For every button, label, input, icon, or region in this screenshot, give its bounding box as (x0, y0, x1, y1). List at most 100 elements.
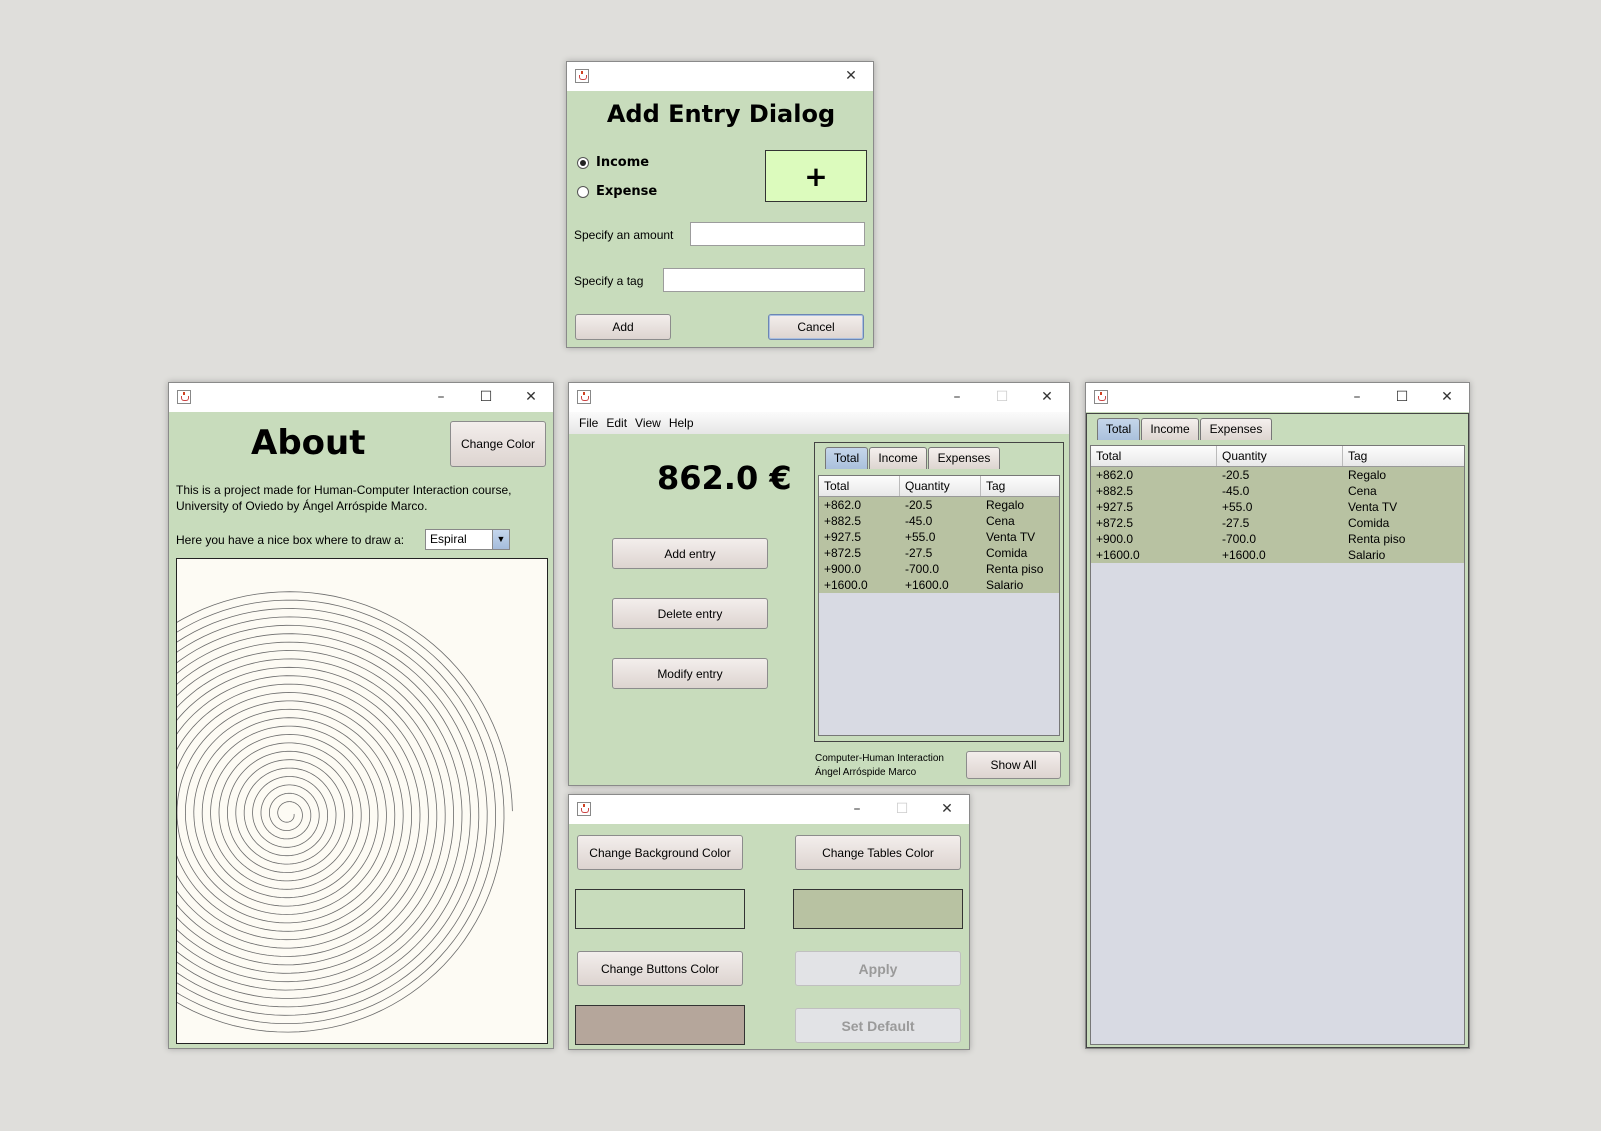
chevron-down-icon: ▼ (492, 530, 509, 549)
cell-quantity: -45.0 (1222, 484, 1250, 498)
column-header-tag[interactable]: Tag (1343, 446, 1464, 466)
cell-tag: Renta piso (1348, 532, 1406, 546)
table-row[interactable]: +862.0 -20.5 Regalo (819, 497, 1059, 513)
table-row[interactable]: +1600.0 +1600.0 Salario (819, 577, 1059, 593)
delete-entry-button[interactable]: Delete entry (612, 598, 768, 629)
menu-help[interactable]: Help (665, 412, 698, 434)
change-buttons-color-button[interactable]: Change Buttons Color (577, 951, 743, 986)
cell-total: +1600.0 (1096, 548, 1140, 562)
tab-total[interactable]: Total (1097, 418, 1140, 440)
tab-total[interactable]: Total (825, 447, 868, 469)
background-color-swatch (575, 889, 745, 929)
table-row[interactable]: +882.5 -45.0 Cena (819, 513, 1059, 529)
plus-sign: + (804, 160, 828, 193)
cell-quantity: +1600.0 (1222, 548, 1266, 562)
credit-line-1: Computer-Human Interaction (815, 753, 944, 764)
tab-income[interactable]: Income (869, 447, 927, 469)
java-icon (577, 390, 591, 404)
table-window: – ☐ ✕ Total Income Expenses Total Quanti… (1085, 382, 1470, 1049)
table-row[interactable]: +1600.0 +1600.0 Salario (1091, 547, 1464, 563)
table-row[interactable]: +927.5 +55.0 Venta TV (1091, 499, 1464, 515)
cell-total: +900.0 (1096, 532, 1134, 546)
menu-view[interactable]: View (631, 412, 665, 434)
cell-total: +882.5 (1096, 484, 1134, 498)
column-header-quantity[interactable]: Quantity (900, 476, 981, 496)
close-icon[interactable]: ✕ (1025, 383, 1069, 412)
table-row[interactable]: +900.0 -700.0 Renta piso (819, 561, 1059, 577)
cell-total: +872.5 (1096, 516, 1134, 530)
cell-quantity: -700.0 (905, 562, 940, 576)
cell-tag: Cena (986, 514, 1015, 528)
close-icon[interactable]: ✕ (829, 62, 873, 91)
title-bar: – ☐ ✕ (569, 383, 1069, 412)
about-window: – ☐ ✕ About Change Color This is a proje… (168, 382, 554, 1049)
menu-edit[interactable]: Edit (602, 412, 631, 434)
add-button[interactable]: Add (575, 314, 671, 340)
close-icon[interactable]: ✕ (925, 795, 969, 824)
cell-tag: Comida (986, 546, 1028, 560)
table-header: Total Quantity Tag (819, 476, 1059, 497)
close-icon[interactable]: ✕ (1425, 383, 1469, 412)
change-color-button[interactable]: Change Color (450, 421, 546, 467)
income-radio[interactable] (577, 157, 589, 169)
add-entry-button[interactable]: Add entry (612, 538, 768, 569)
column-header-total[interactable]: Total (1091, 446, 1217, 466)
table-row[interactable]: +872.5 -27.5 Comida (1091, 515, 1464, 531)
cell-quantity: +55.0 (905, 530, 936, 544)
table-row[interactable]: +882.5 -45.0 Cena (1091, 483, 1464, 499)
table-row[interactable]: +872.5 -27.5 Comida (819, 545, 1059, 561)
cell-tag: Regalo (986, 498, 1025, 512)
balance-label: 862.0 € (657, 459, 792, 497)
drawing-canvas[interactable] (176, 558, 548, 1044)
menu-file[interactable]: File (575, 412, 602, 434)
change-background-color-button[interactable]: Change Background Color (577, 835, 743, 870)
title-bar: ✕ (567, 62, 873, 91)
tab-expenses[interactable]: Expenses (1200, 418, 1272, 440)
cell-total: +862.0 (1096, 468, 1134, 482)
column-header-total[interactable]: Total (819, 476, 900, 496)
sign-indicator: + (765, 150, 867, 202)
tab-income[interactable]: Income (1141, 418, 1199, 440)
maximize-icon: ☐ (995, 389, 1009, 405)
cell-total: +862.0 (824, 498, 862, 512)
draw-label: Here you have a nice box where to draw a… (176, 533, 405, 547)
change-tables-color-button[interactable]: Change Tables Color (795, 835, 961, 870)
shape-select[interactable]: Espiral ▼ (425, 529, 510, 550)
table-body: +862.0 -20.5 Regalo +882.5 -45.0 Cena +927.5 +5… (819, 497, 1059, 593)
expense-radio[interactable] (577, 186, 589, 198)
modify-entry-button[interactable]: Modify entry (612, 658, 768, 689)
table-row[interactable]: +927.5 +55.0 Venta TV (819, 529, 1059, 545)
amount-input[interactable] (690, 222, 865, 246)
column-header-tag[interactable]: Tag (981, 476, 1059, 496)
minimize-icon[interactable]: – (835, 795, 879, 824)
java-icon (577, 802, 591, 816)
cell-total: +927.5 (824, 530, 862, 544)
minimize-icon[interactable]: – (419, 383, 463, 412)
tabbed-pane: Total Income Expenses Total Quantity Tag… (814, 442, 1064, 742)
cell-quantity: -20.5 (905, 498, 933, 512)
cell-tag: Renta piso (986, 562, 1044, 576)
dialog-title: Add Entry Dialog (606, 100, 836, 128)
minimize-icon[interactable]: – (1335, 383, 1379, 412)
close-icon[interactable]: ✕ (509, 383, 553, 412)
cell-quantity: -700.0 (1222, 532, 1257, 546)
title-bar: – ☐ ✕ (169, 383, 553, 412)
table-header: Total Quantity Tag (1091, 446, 1464, 467)
maximize-icon[interactable]: ☐ (464, 383, 508, 412)
maximize-icon[interactable]: ☐ (1380, 383, 1424, 412)
description-line-2: University of Oviedo by Ángel Arróspide … (176, 499, 428, 513)
java-icon (1094, 390, 1108, 404)
tab-expenses[interactable]: Expenses (928, 447, 1000, 469)
column-header-quantity[interactable]: Quantity (1217, 446, 1343, 466)
minimize-icon[interactable]: – (935, 383, 979, 412)
cell-tag: Salario (1348, 548, 1386, 562)
table-row[interactable]: +862.0 -20.5 Regalo (1091, 467, 1464, 483)
table-row[interactable]: +900.0 -700.0 Renta piso (1091, 531, 1464, 547)
cell-tag: Venta TV (1348, 500, 1398, 514)
cancel-button[interactable]: Cancel (768, 314, 864, 340)
tag-label: Specify a tag (574, 274, 644, 288)
show-all-button[interactable]: Show All (966, 751, 1061, 779)
cell-quantity: +55.0 (1222, 500, 1253, 514)
cell-quantity: -20.5 (1222, 468, 1250, 482)
tag-input[interactable] (663, 268, 865, 292)
